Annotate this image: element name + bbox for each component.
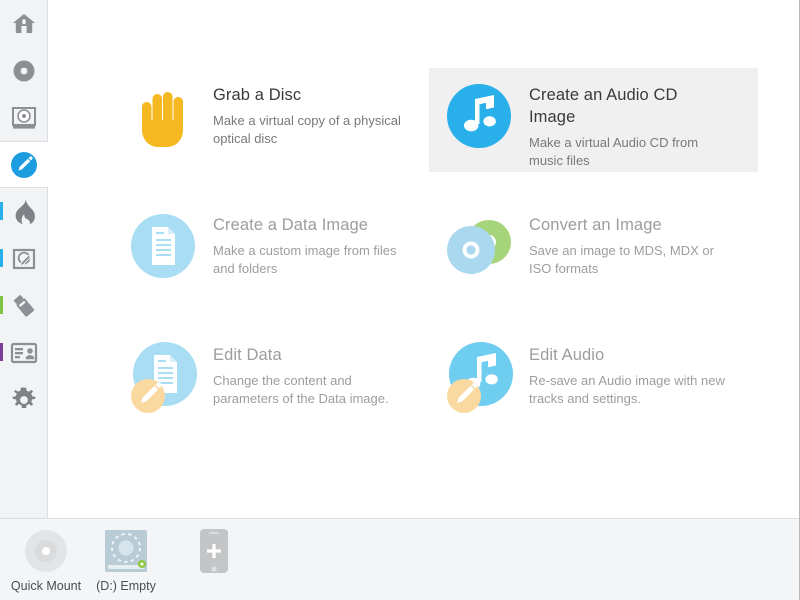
device-tray: Quick Mount (D:) Empty: [0, 518, 799, 600]
card-create-an-audio-cd-image[interactable]: Create an Audio CD Image Make a virtual …: [429, 68, 758, 172]
sidebar-item-home[interactable]: [0, 0, 48, 47]
usb-icon: [10, 292, 38, 320]
sidebar-item-preferences[interactable]: [0, 376, 48, 423]
card-description: Make a virtual copy of a physical optica…: [213, 112, 401, 148]
document-disc-pencil-icon: [125, 338, 201, 414]
card-title: Convert an Image: [529, 214, 739, 236]
card-text: Create a Data Image Make a custom image …: [213, 208, 401, 278]
card-title: Grab a Disc: [213, 84, 401, 106]
music-note-disc-pencil-icon: [441, 338, 517, 414]
card-edit-data[interactable]: Edit Data Change the content and paramet…: [113, 328, 413, 432]
sidebar-tick-catalog: [0, 343, 3, 361]
sidebar-item-images[interactable]: [0, 47, 48, 94]
tray-item-label: (D:) Empty: [96, 579, 156, 593]
sidebar-item-usb[interactable]: [0, 282, 48, 329]
two-discs-icon: [441, 208, 517, 284]
tray-item-quick-mount[interactable]: Quick Mount: [0, 527, 92, 593]
card-title: Edit Audio: [529, 344, 739, 366]
card-title: Edit Data: [213, 344, 401, 366]
card-text: Convert an Image Save an image to MDS, M…: [529, 208, 739, 278]
hand-icon: [125, 78, 201, 154]
card-title: Create an Audio CD Image: [529, 84, 714, 128]
quick-mount-disc-icon: [23, 527, 69, 575]
card-description: Make a custom image from files and folde…: [213, 242, 401, 278]
card-description: Save an image to MDS, MDX or ISO formats: [529, 242, 739, 278]
card-convert-an-image[interactable]: Convert an Image Save an image to MDS, M…: [429, 198, 758, 302]
hdd-pencil-icon: [11, 246, 37, 272]
sidebar-item-virtual-hdd[interactable]: [0, 235, 48, 282]
id-card-icon: [10, 341, 38, 365]
card-description: Make a virtual Audio CD from music files: [529, 134, 734, 170]
sidebar-item-drives[interactable]: [0, 94, 48, 141]
main-content: Grab a Disc Make a virtual copy of a phy…: [49, 0, 799, 518]
add-device-icon: [197, 527, 231, 575]
sidebar-item-burn[interactable]: [0, 188, 48, 235]
card-create-a-data-image[interactable]: Create a Data Image Make a custom image …: [113, 198, 413, 302]
disc-icon: [11, 58, 37, 84]
tray-item-add-device[interactable]: [168, 527, 260, 579]
gear-icon: [10, 386, 38, 414]
card-edit-audio[interactable]: Edit Audio Re-save an Audio image with n…: [429, 328, 758, 432]
optical-drive-icon: [102, 527, 150, 575]
card-text: Create an Audio CD Image Make a virtual …: [529, 78, 734, 170]
drive-icon: [10, 104, 38, 132]
music-note-disc-icon: [441, 78, 517, 154]
card-grab-a-disc[interactable]: Grab a Disc Make a virtual copy of a phy…: [113, 68, 413, 172]
sidebar-tick-burn: [0, 202, 3, 220]
sidebar-item-catalog[interactable]: [0, 329, 48, 376]
card-text: Edit Audio Re-save an Audio image with n…: [529, 338, 739, 408]
sidebar-tick-virtual-hdd: [0, 249, 3, 267]
tray-item-drive-d[interactable]: (D:) Empty: [80, 527, 172, 593]
sidebar-tick-usb: [0, 296, 3, 314]
sidebar: [0, 0, 48, 518]
flame-icon: [11, 198, 37, 226]
document-disc-icon: [125, 208, 201, 284]
card-text: Grab a Disc Make a virtual copy of a phy…: [213, 78, 401, 148]
pencil-icon: [9, 150, 39, 180]
home-icon: [11, 11, 37, 37]
card-title: Create a Data Image: [213, 214, 401, 236]
tray-item-label: Quick Mount: [11, 579, 81, 593]
card-text: Edit Data Change the content and paramet…: [213, 338, 401, 408]
sidebar-item-image-editor[interactable]: [0, 141, 49, 188]
card-description: Change the content and parameters of the…: [213, 372, 401, 408]
application-window: Grab a Disc Make a virtual copy of a phy…: [0, 0, 800, 600]
card-description: Re-save an Audio image with new tracks a…: [529, 372, 739, 408]
